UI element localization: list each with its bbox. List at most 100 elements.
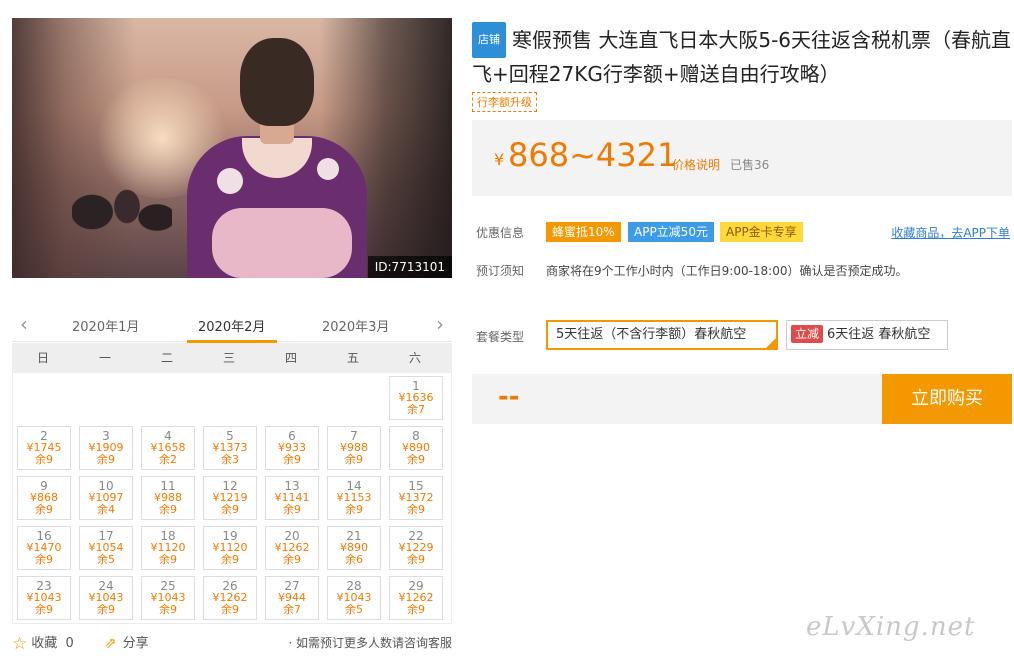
day-remaining: 余9 bbox=[97, 453, 115, 466]
buy-bar: -- 立即购买 bbox=[472, 374, 1012, 424]
calendar-empty-cell bbox=[261, 373, 323, 423]
product-header: 店铺 寒假预售 大连直飞日本大阪5-6天往返含税机票（春航直飞+回程27KG行李额… bbox=[472, 22, 1012, 112]
calendar-day[interactable]: 17 ¥1054 余5 bbox=[79, 526, 133, 570]
calendar-cell: 28 ¥1043 余5 bbox=[323, 573, 385, 623]
day-remaining: 余9 bbox=[407, 603, 425, 616]
photo-obi bbox=[212, 208, 352, 278]
day-remaining: 余4 bbox=[97, 503, 115, 516]
favorite-label: 收藏 bbox=[31, 636, 58, 651]
day-remaining: 余9 bbox=[221, 553, 239, 566]
day-remaining: 余5 bbox=[97, 553, 115, 566]
calendar-day[interactable]: 16 ¥1470 余9 bbox=[17, 526, 71, 570]
weekday-label: 五 bbox=[346, 351, 359, 365]
share-button[interactable]: ⇗ 分享 bbox=[104, 632, 149, 652]
calendar-day[interactable]: 28 ¥1043 余5 bbox=[327, 576, 381, 620]
calendar-empty-cell bbox=[137, 373, 199, 423]
day-remaining: 余9 bbox=[35, 553, 53, 566]
calendar-cell: 17 ¥1054 余5 bbox=[75, 523, 137, 573]
calendar-day[interactable]: 20 ¥1262 余9 bbox=[265, 526, 319, 570]
calendar-empty-cell bbox=[13, 373, 75, 423]
month-tab-prev[interactable]: 2020年1月 bbox=[72, 316, 139, 335]
calendar-cell: 25 ¥1043 余9 bbox=[137, 573, 199, 623]
day-remaining: 余7 bbox=[407, 403, 425, 416]
day-remaining: 余5 bbox=[345, 603, 363, 616]
day-remaining: 余3 bbox=[221, 453, 239, 466]
calendar-day[interactable]: 26 ¥1262 余9 bbox=[203, 576, 257, 620]
calendar-empty-cell bbox=[75, 373, 137, 423]
promo-honey-badge: 蜂蜜抵10% bbox=[546, 222, 621, 242]
buy-now-button[interactable]: 立即购买 bbox=[882, 374, 1012, 424]
calendar-day[interactable]: 15 ¥1372 余9 bbox=[389, 476, 443, 520]
booking-label: 预订须知 bbox=[476, 264, 525, 278]
package-option-selected[interactable]: 5天往返（不含行李额）春秋航空 bbox=[546, 320, 778, 350]
promo-app-discount-badge: APP立减50元 bbox=[628, 222, 714, 242]
calendar-day[interactable]: 24 ¥1043 余9 bbox=[79, 576, 133, 620]
calendar-day[interactable]: 23 ¥1043 余9 bbox=[17, 576, 71, 620]
favorite-button[interactable]: ☆ 收藏 0 bbox=[12, 632, 74, 654]
calendar-cell: 7 ¥988 余9 bbox=[323, 423, 385, 473]
day-remaining: 余9 bbox=[345, 503, 363, 516]
price-currency: ¥ bbox=[494, 150, 505, 169]
selected-corner-icon bbox=[766, 338, 776, 348]
calendar-day[interactable]: 3 ¥1909 余9 bbox=[79, 426, 133, 470]
calendar-cell: 20 ¥1262 余9 bbox=[261, 523, 323, 573]
day-remaining: 余9 bbox=[221, 503, 239, 516]
calendar-cell: 27 ¥944 余7 bbox=[261, 573, 323, 623]
chevron-right-icon[interactable]: › bbox=[436, 312, 444, 336]
calendar-day[interactable]: 1 ¥1636 余7 bbox=[389, 376, 443, 420]
calendar-day[interactable]: 10 ¥1097 余4 bbox=[79, 476, 133, 520]
calendar-cell: 15 ¥1372 余9 bbox=[385, 473, 447, 523]
calendar-cell: 9 ¥868 余9 bbox=[13, 473, 75, 523]
price-explanation-link[interactable]: 价格说明 bbox=[672, 156, 720, 173]
calendar-cell: 6 ¥933 余9 bbox=[261, 423, 323, 473]
calendar-day[interactable]: 25 ¥1043 余9 bbox=[141, 576, 195, 620]
calendar-empty-cell bbox=[199, 373, 261, 423]
calendar-day[interactable]: 18 ¥1120 余9 bbox=[141, 526, 195, 570]
calendar-day[interactable]: 27 ¥944 余7 bbox=[265, 576, 319, 620]
calendar-day[interactable]: 4 ¥1658 余2 bbox=[141, 426, 195, 470]
calendar-day[interactable]: 19 ¥1120 余9 bbox=[203, 526, 257, 570]
weekday-label: 四 bbox=[284, 351, 297, 365]
day-remaining: 余9 bbox=[97, 603, 115, 616]
package-option-label: 6天往返 春秋航空 bbox=[827, 327, 931, 342]
shop-badge[interactable]: 店铺 bbox=[472, 22, 506, 58]
favorite-app-link[interactable]: 收藏商品，去APP下单 bbox=[891, 224, 1010, 241]
day-remaining: 余9 bbox=[283, 503, 301, 516]
month-tab-current[interactable]: 2020年2月 bbox=[198, 316, 265, 335]
day-remaining: 余9 bbox=[283, 453, 301, 466]
calendar-cell: 26 ¥1262 余9 bbox=[199, 573, 261, 623]
day-remaining: 余9 bbox=[221, 603, 239, 616]
calendar-day[interactable]: 12 ¥1219 余9 bbox=[203, 476, 257, 520]
site-watermark: eLvXing.net bbox=[806, 612, 976, 642]
discount-tag: 立减 bbox=[791, 325, 824, 343]
calendar-day[interactable]: 5 ¥1373 余3 bbox=[203, 426, 257, 470]
calendar-day[interactable]: 7 ¥988 余9 bbox=[327, 426, 381, 470]
photo-background-people bbox=[72, 168, 172, 278]
calendar-cell: 22 ¥1229 余9 bbox=[385, 523, 447, 573]
calendar-day[interactable]: 2 ¥1745 余9 bbox=[17, 426, 71, 470]
calendar-day[interactable]: 13 ¥1141 余9 bbox=[265, 476, 319, 520]
consult-note: · 如需预订更多人数请咨询客服 bbox=[288, 636, 452, 650]
package-option-6day[interactable]: 立减 6天往返 春秋航空 bbox=[786, 320, 948, 350]
calendar-day[interactable]: 8 ¥890 余9 bbox=[389, 426, 443, 470]
favorite-count: 0 bbox=[65, 636, 74, 651]
month-tab-next[interactable]: 2020年3月 bbox=[322, 316, 389, 335]
weekday-label: 日 bbox=[36, 351, 49, 365]
calendar-day[interactable]: 9 ¥868 余9 bbox=[17, 476, 71, 520]
calendar-day[interactable]: 29 ¥1262 余9 bbox=[389, 576, 443, 620]
calendar-day[interactable]: 22 ¥1229 余9 bbox=[389, 526, 443, 570]
calendar-weekday-header: 日 一 二 三 四 五 六 bbox=[12, 343, 452, 373]
day-remaining: 余9 bbox=[35, 503, 53, 516]
chevron-left-icon[interactable]: ‹ bbox=[20, 312, 28, 336]
calendar-day[interactable]: 11 ¥988 余9 bbox=[141, 476, 195, 520]
day-remaining: 余9 bbox=[159, 503, 177, 516]
calendar-day[interactable]: 14 ¥1153 余9 bbox=[327, 476, 381, 520]
price-box: ¥ 868~4321 价格说明 已售36 bbox=[472, 120, 1012, 196]
calendar-day[interactable]: 6 ¥933 余9 bbox=[265, 426, 319, 470]
calendar-cell: 18 ¥1120 余9 bbox=[137, 523, 199, 573]
day-remaining: 余9 bbox=[345, 453, 363, 466]
photo-flower-pattern bbox=[317, 158, 339, 180]
calendar-cell: 3 ¥1909 余9 bbox=[75, 423, 137, 473]
calendar-day[interactable]: 21 ¥890 余6 bbox=[327, 526, 381, 570]
luggage-upgrade-tag: 行李额升级 bbox=[472, 92, 537, 112]
